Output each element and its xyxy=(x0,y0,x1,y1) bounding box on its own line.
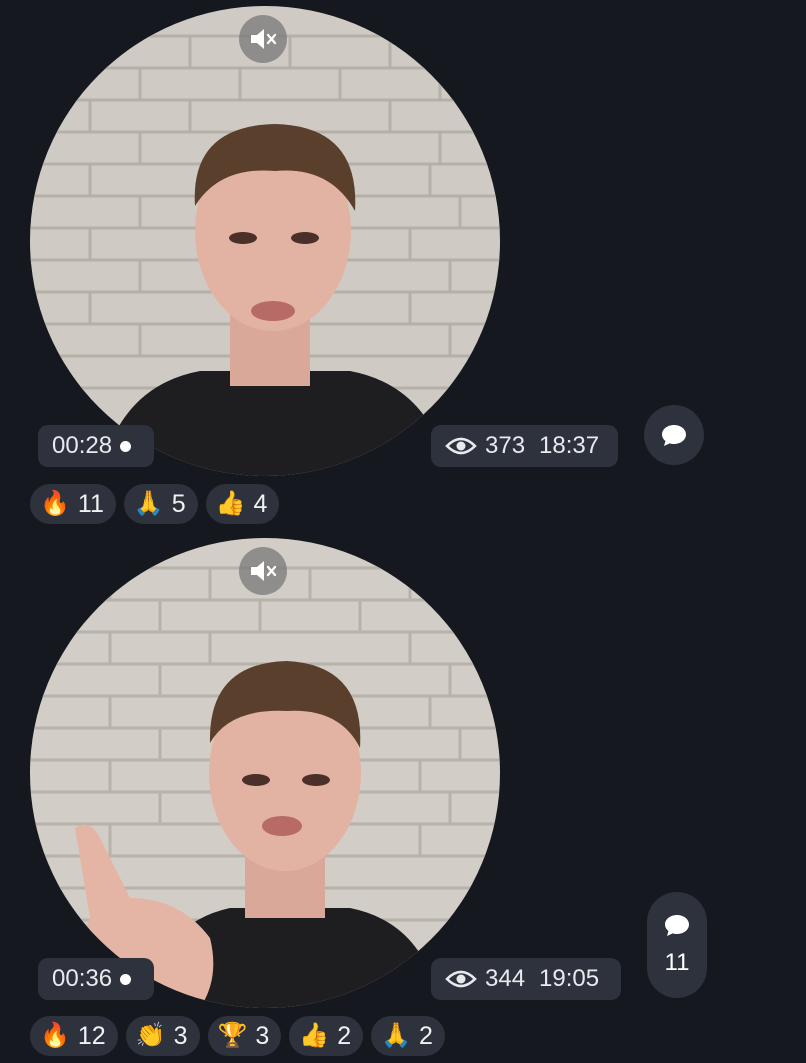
unplayed-dot xyxy=(120,973,132,985)
reaction-fire[interactable]: 🔥 11 xyxy=(30,484,116,524)
reaction-count: 4 xyxy=(253,489,268,518)
comment-button-1[interactable] xyxy=(644,405,704,465)
message-time: 18:37 xyxy=(539,432,600,459)
round-video-1[interactable] xyxy=(30,6,500,476)
video-frame-1 xyxy=(30,6,500,476)
reaction-clap[interactable]: 👏 3 xyxy=(125,1016,200,1056)
comment-bubble-icon xyxy=(665,915,689,936)
reaction-trophy[interactable]: 🏆 3 xyxy=(207,1016,282,1056)
reaction-count: 2 xyxy=(418,1021,433,1050)
fire-icon: 🔥 xyxy=(40,490,70,517)
comment-button-2[interactable]: 11 xyxy=(647,892,707,998)
reaction-fire[interactable]: 🔥 12 xyxy=(30,1016,118,1056)
meta-badge-1: 373 18:37 xyxy=(431,425,618,467)
thumbs-up-icon: 👍 xyxy=(215,490,246,517)
views-count: 344 xyxy=(485,965,526,992)
reaction-thumbs-up[interactable]: 👍 2 xyxy=(289,1016,364,1056)
round-video-2[interactable] xyxy=(30,538,500,1008)
reaction-pray[interactable]: 🙏 2 xyxy=(371,1016,445,1056)
duration-text: 00:36 xyxy=(52,965,113,992)
mute-icon xyxy=(251,29,277,49)
pray-icon: 🙏 xyxy=(133,490,164,517)
reactions-row-1: 🔥 11 🙏 5 👍 4 xyxy=(30,484,280,524)
comment-count: 11 xyxy=(664,949,690,976)
reaction-count: 3 xyxy=(255,1021,270,1050)
fire-icon: 🔥 xyxy=(40,1022,70,1049)
pray-icon: 🙏 xyxy=(381,1022,411,1049)
reaction-count: 3 xyxy=(173,1021,188,1050)
eye-icon xyxy=(445,970,477,988)
eye-icon xyxy=(445,437,477,455)
mute-icon xyxy=(251,561,277,581)
reactions-row-2: 🔥 12 👏 3 🏆 3 👍 2 🙏 2 xyxy=(30,1016,445,1056)
clap-icon: 👏 xyxy=(135,1022,166,1049)
trophy-icon: 🏆 xyxy=(217,1022,248,1049)
duration-badge-1: 00:28 xyxy=(38,425,154,467)
reaction-count: 5 xyxy=(171,489,186,518)
duration-text: 00:28 xyxy=(52,432,113,459)
message-time: 19:05 xyxy=(539,965,600,992)
views-count: 373 xyxy=(485,432,526,459)
reaction-count: 2 xyxy=(337,1021,352,1050)
comment-bubble-icon xyxy=(662,425,686,446)
duration-badge-2: 00:36 xyxy=(38,958,154,1000)
reaction-count: 12 xyxy=(77,1021,106,1050)
video-frame-2 xyxy=(30,538,500,1008)
reaction-thumbs-up[interactable]: 👍 4 xyxy=(205,484,280,524)
thumbs-up-icon: 👍 xyxy=(299,1022,330,1049)
reaction-pray[interactable]: 🙏 5 xyxy=(123,484,198,524)
reaction-count: 11 xyxy=(77,489,104,518)
mute-button-1[interactable] xyxy=(239,15,287,63)
meta-badge-2: 344 19:05 xyxy=(431,958,621,1000)
mute-button-2[interactable] xyxy=(239,547,287,595)
unplayed-dot xyxy=(120,440,132,452)
